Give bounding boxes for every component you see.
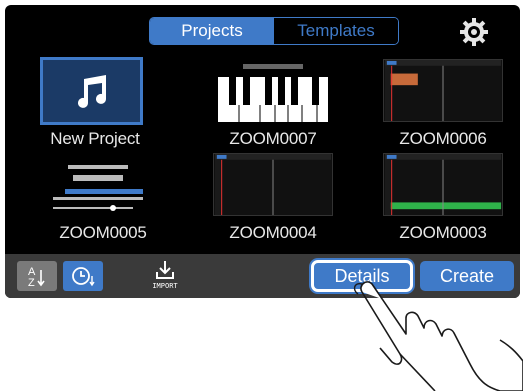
- project-thumbnail: [383, 153, 503, 216]
- settings-button[interactable]: [459, 17, 489, 47]
- hand-pointer-icon: [353, 281, 523, 391]
- import-label: IMPORT: [152, 282, 178, 290]
- sort-date-button[interactable]: [63, 261, 103, 291]
- project-thumbnail: [383, 59, 503, 122]
- project-thumbnail: [43, 153, 163, 216]
- projects-templates-toggle: Projects Templates: [149, 17, 399, 45]
- music-note-icon: [77, 75, 106, 108]
- tab-projects[interactable]: Projects: [150, 18, 274, 44]
- project-label: ZOOM0007: [229, 129, 317, 148]
- import-button[interactable]: IMPORT: [145, 260, 185, 294]
- sort-az-icon: A Z: [28, 266, 45, 288]
- project-label: New Project: [50, 129, 140, 148]
- project-label: ZOOM0005: [59, 223, 147, 242]
- clock-icon: [72, 267, 95, 287]
- new-project-thumbnail: [40, 57, 143, 125]
- tab-templates[interactable]: Templates: [274, 18, 398, 44]
- import-icon: [156, 261, 174, 279]
- sort-az-button[interactable]: A Z: [17, 261, 57, 291]
- project-thumbnail: [213, 153, 333, 216]
- device-screen: Projects Templates New Project ZOOM0007 …: [5, 5, 520, 298]
- gear-icon: [460, 18, 488, 46]
- project-label: ZOOM0006: [399, 129, 487, 148]
- template-thumbnail-piano: [213, 59, 333, 122]
- project-label: ZOOM0004: [229, 223, 317, 242]
- svg-text:Z: Z: [28, 277, 35, 288]
- project-label: ZOOM0003: [399, 223, 487, 242]
